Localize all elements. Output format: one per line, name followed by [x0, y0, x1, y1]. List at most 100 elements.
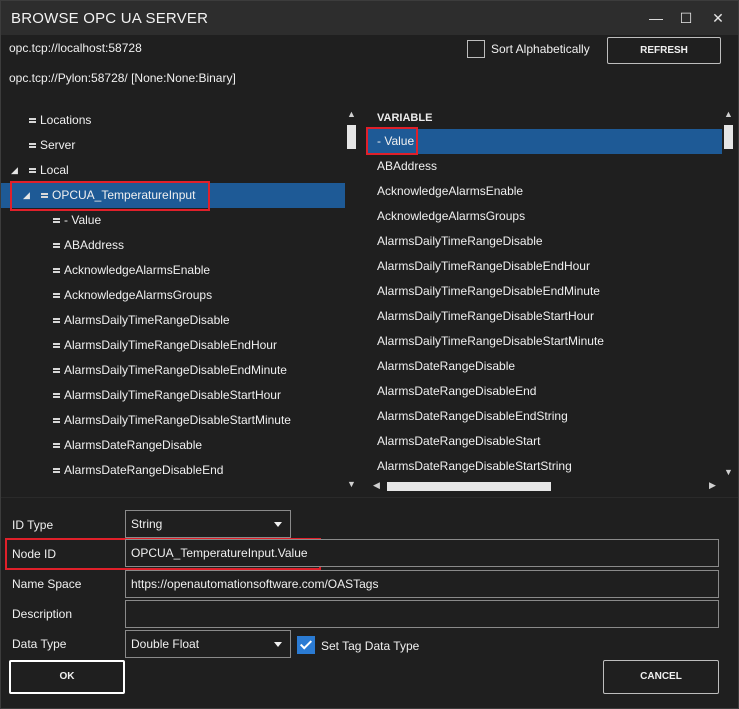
- scroll-down-icon[interactable]: ▼: [345, 479, 358, 489]
- tree-scrollbar[interactable]: ▲ ▼: [345, 109, 358, 493]
- variable-selection-highlight: [366, 127, 418, 155]
- tree-item[interactable]: AlarmsDateRangeDisableEnd: [1, 458, 345, 483]
- refresh-button[interactable]: REFRESH: [607, 37, 721, 64]
- variable-item-label: AlarmsDailyTimeRangeDisableEndMinute: [377, 284, 600, 298]
- tree-item-label: Locations: [40, 113, 92, 127]
- variable-item[interactable]: AcknowledgeAlarmsGroups: [367, 204, 723, 229]
- node-icon: [53, 368, 60, 373]
- tree-item[interactable]: AcknowledgeAlarmsGroups: [1, 283, 345, 308]
- scroll-down-icon[interactable]: ▼: [722, 467, 735, 477]
- tree-item-label: AlarmsDateRangeDisableEnd: [64, 463, 224, 477]
- node-icon: [29, 118, 36, 123]
- node-icon: [53, 268, 60, 273]
- scroll-left-icon[interactable]: ◀: [373, 480, 380, 491]
- variable-item-label: AlarmsDateRangeDisableEndString: [377, 409, 568, 423]
- variable-item[interactable]: AlarmsDateRangeDisableStart: [367, 429, 723, 454]
- window-title: BROWSE OPC UA SERVER: [11, 10, 209, 27]
- node-icon: [53, 293, 60, 298]
- data-type-value: Double Float: [131, 637, 200, 651]
- scroll-up-icon[interactable]: ▲: [345, 109, 358, 119]
- node-id-field[interactable]: OPCUA_TemperatureInput.Value: [125, 539, 719, 567]
- variable-item[interactable]: AlarmsDailyTimeRangeDisable: [367, 229, 723, 254]
- node-icon: [53, 418, 60, 423]
- server-endpoint: opc.tcp://Pylon:58728/ [None:None:Binary…: [9, 71, 236, 85]
- tree-item[interactable]: AlarmsDateRangeDisable: [1, 433, 345, 458]
- variable-item-label: AlarmsDailyTimeRangeDisableStartMinute: [377, 334, 604, 348]
- description-field[interactable]: [125, 600, 719, 628]
- variable-item-label: AcknowledgeAlarmsGroups: [377, 209, 526, 223]
- tree-item-label: - Value: [64, 213, 102, 227]
- set-tag-data-type-checkbox[interactable]: [297, 636, 315, 654]
- tree-item[interactable]: ABAddress: [1, 233, 345, 258]
- variable-scroll-thumb[interactable]: [724, 125, 733, 149]
- variable-item[interactable]: AlarmsDateRangeDisableEndString: [367, 404, 723, 429]
- variable-item-label: AlarmsDateRangeDisableStart: [377, 434, 541, 448]
- variable-item-label: ABAddress: [377, 159, 438, 173]
- cancel-button[interactable]: CANCEL: [603, 660, 719, 694]
- tree-item-label: AlarmsDailyTimeRangeDisableStartMinute: [64, 413, 291, 427]
- variable-item[interactable]: ABAddress: [367, 154, 723, 179]
- tree-item-label: AlarmsDailyTimeRangeDisableStartHour: [64, 388, 281, 402]
- variable-item[interactable]: AlarmsDateRangeDisableEnd: [367, 379, 723, 404]
- tree-item[interactable]: - Value: [1, 208, 345, 233]
- browse-opc-ua-dialog: BROWSE OPC UA SERVER — ☐ ✕ opc.tcp://loc…: [0, 0, 739, 709]
- tree-item[interactable]: ◢ Local: [1, 158, 345, 183]
- id-type-select[interactable]: String: [125, 510, 291, 538]
- data-type-select[interactable]: Double Float: [125, 630, 291, 658]
- variable-item-label: AlarmsDailyTimeRangeDisableStartHour: [377, 309, 594, 323]
- variable-scrollbar[interactable]: ▲ ▼: [722, 109, 735, 481]
- tree-item[interactable]: AlarmsDailyTimeRangeDisableEndMinute: [1, 358, 345, 383]
- expanded-arrow-icon[interactable]: ◢: [11, 158, 18, 183]
- chevron-down-icon: [274, 522, 282, 527]
- id-type-value: String: [131, 517, 163, 531]
- tree-item[interactable]: AlarmsDailyTimeRangeDisable: [1, 308, 345, 333]
- tree-scroll-thumb[interactable]: [347, 125, 356, 149]
- variable-item-label: AlarmsDateRangeDisableEnd: [377, 384, 537, 398]
- tree-item[interactable]: Server: [1, 133, 345, 158]
- node-icon: [29, 143, 36, 148]
- server-url: opc.tcp://localhost:58728: [9, 41, 142, 55]
- variable-item-label: AcknowledgeAlarmsEnable: [377, 184, 524, 198]
- variable-item[interactable]: - Value: [367, 129, 723, 154]
- tree-item-label: AlarmsDailyTimeRangeDisableEndHour: [64, 338, 277, 352]
- tree-item[interactable]: AlarmsDailyTimeRangeDisableStartHour: [1, 383, 345, 408]
- variable-item-label: AlarmsDailyTimeRangeDisableEndHour: [377, 259, 590, 273]
- tree-item[interactable]: AcknowledgeAlarmsEnable: [1, 258, 345, 283]
- checkmark-icon: [299, 637, 313, 650]
- variable-item[interactable]: AlarmsDailyTimeRangeDisableEndMinute: [367, 279, 723, 304]
- title-bar: BROWSE OPC UA SERVER — ☐ ✕: [1, 1, 738, 35]
- variable-item[interactable]: AlarmsDailyTimeRangeDisableEndHour: [367, 254, 723, 279]
- variable-hscrollbar[interactable]: ◀ ▶: [369, 480, 721, 493]
- variable-column-header: VARIABLE: [377, 112, 433, 124]
- variable-item[interactable]: AcknowledgeAlarmsEnable: [367, 179, 723, 204]
- ok-button[interactable]: OK: [9, 660, 125, 694]
- node-icon: [53, 318, 60, 323]
- node-icon: [29, 168, 36, 173]
- minimize-icon[interactable]: —: [641, 1, 671, 35]
- node-icon: [53, 243, 60, 248]
- variable-item[interactable]: AlarmsDateRangeDisableStartString: [367, 454, 723, 479]
- sort-alphabetically-checkbox[interactable]: [467, 40, 485, 58]
- node-icon: [53, 443, 60, 448]
- tree-clipped-row: AlarmsDateRangeDisableEndString: [9, 484, 345, 493]
- node-tree[interactable]: Locations Server ◢ Local ◢ OPCUA_TemperatureI…: [1, 103, 361, 493]
- variable-item[interactable]: AlarmsDailyTimeRangeDisableStartMinute: [367, 329, 723, 354]
- tree-item[interactable]: AlarmsDailyTimeRangeDisableEndHour: [1, 333, 345, 358]
- close-icon[interactable]: ✕: [703, 1, 733, 35]
- set-tag-data-type-label: Set Tag Data Type: [321, 639, 420, 653]
- variable-list[interactable]: VARIABLE - Value ABAddress AcknowledgeAlar…: [363, 103, 738, 498]
- scroll-up-icon[interactable]: ▲: [722, 109, 735, 119]
- maximize-icon[interactable]: ☐: [671, 1, 701, 35]
- scroll-right-icon[interactable]: ▶: [709, 480, 716, 491]
- name-space-field[interactable]: https://openautomationsoftware.com/OASTa…: [125, 570, 719, 598]
- variable-hscroll-thumb[interactable]: [387, 482, 551, 491]
- tree-item-label: AcknowledgeAlarmsEnable: [64, 263, 211, 277]
- variable-item[interactable]: AlarmsDailyTimeRangeDisableStartHour: [367, 304, 723, 329]
- variable-item-label: AlarmsDateRangeDisableStartString: [377, 459, 572, 473]
- description-label: Description: [12, 607, 73, 621]
- tree-item[interactable]: AlarmsDailyTimeRangeDisableStartMinute: [1, 408, 345, 433]
- tree-item[interactable]: Locations: [1, 108, 345, 133]
- tree-item-label: AlarmsDailyTimeRangeDisable: [64, 313, 230, 327]
- variable-item[interactable]: AlarmsDateRangeDisable: [367, 354, 723, 379]
- chevron-down-icon: [274, 642, 282, 647]
